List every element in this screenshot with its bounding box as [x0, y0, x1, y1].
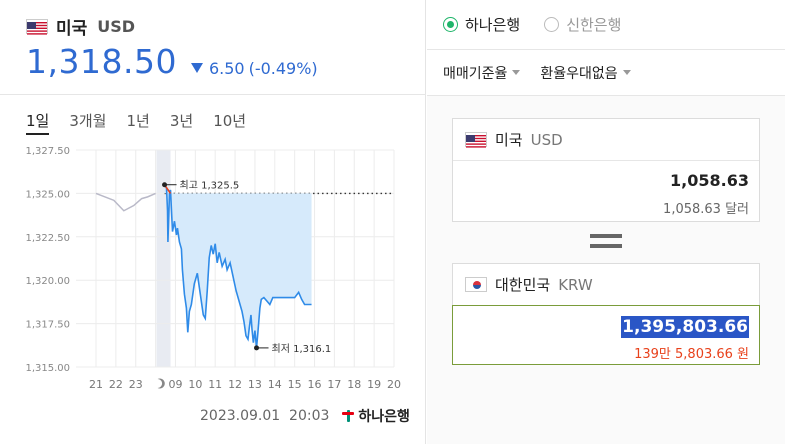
bank-radio-hana[interactable]: 하나은행 — [443, 14, 520, 35]
moon-icon — [157, 378, 165, 389]
period-tab[interactable]: 3개월 — [69, 110, 106, 135]
rate-chart: 1,327.50 1,325.00 1,322.50 1,320.00 1,317.50… — [0, 140, 426, 395]
x-tick-label: 16 — [308, 378, 322, 391]
discount-label: 환율우대없음 — [540, 65, 618, 82]
bank-selector: 하나은행 신한은행 — [427, 0, 785, 50]
us-flag-icon — [26, 19, 48, 35]
x-tick-label: 21 — [89, 378, 103, 391]
x-tick-label: 14 — [268, 378, 282, 391]
series-line-overnight — [95, 192, 156, 212]
chevron-down-icon — [512, 70, 521, 75]
chevron-down-icon — [622, 70, 631, 75]
period-tab[interactable]: 1일 — [26, 110, 50, 135]
bank-logo-text: 하나은행 — [358, 409, 410, 425]
change-amount: 6.50 — [208, 58, 245, 78]
x-tick-label: 09 — [168, 378, 182, 391]
y-tick-label: 1,322.50 — [25, 233, 70, 244]
change-percent: (-0.49%) — [248, 58, 318, 78]
x-tick-label: 17 — [327, 378, 341, 391]
converter-panel: 하나은행 신한은행 매매기준율 환율우대없음 미국 USD 1,058.63 1… — [427, 0, 785, 444]
from-amount: 1,058.63 — [670, 171, 749, 190]
discount-dropdown[interactable]: 환율우대없음 — [540, 63, 631, 83]
rate-chart-panel: 미국 USD 1,318.50 6.50 (-0.49%) 1일 3개월 1년 3년 1… — [0, 0, 426, 444]
currency-code: USD — [97, 17, 136, 36]
x-tick-label: 22 — [109, 378, 123, 391]
rate-type-label: 매매기준율 — [443, 65, 508, 82]
to-currency-name: 대한민국 — [495, 276, 551, 294]
from-currency-selector[interactable]: 미국 USD — [453, 119, 759, 161]
y-tick-label: 1,327.50 — [25, 146, 70, 157]
to-amount-text: 139만 5,803.66 원 — [634, 347, 749, 362]
period-tab[interactable]: 3년 — [170, 110, 193, 135]
period-tabs: 1일 3개월 1년 3년 10년 — [26, 110, 246, 135]
chart-svg: 1,327.50 1,325.00 1,322.50 1,320.00 1,317.50… — [25, 146, 401, 391]
hana-logo-icon — [341, 409, 355, 423]
from-currency-box: 미국 USD 1,058.63 1,058.63 달러 — [452, 118, 760, 222]
currency-name: 미국 — [56, 19, 88, 39]
rate-options: 매매기준율 환율우대없음 — [427, 50, 785, 96]
y-tick-label: 1,320.00 — [25, 276, 70, 287]
currency-header: 미국 USD — [26, 14, 135, 39]
high-label: 최고 1,325.5 — [180, 180, 240, 192]
x-tick-label: 15 — [288, 378, 302, 391]
price-change: 6.50 (-0.49%) — [190, 58, 318, 78]
low-label: 최저 1,316.1 — [272, 343, 332, 355]
y-tick-label: 1,315.00 — [25, 363, 70, 374]
from-amount-text: 1,058.63 달러 — [663, 202, 749, 217]
to-currency-selector[interactable]: 대한민국 KRW — [453, 264, 759, 306]
radio-selected-icon — [443, 17, 458, 32]
to-currency-box: 대한민국 KRW 1,395,803.66 139만 5,803.66 원 — [452, 263, 760, 365]
kr-flag-icon — [465, 277, 487, 292]
bank-radio-shinhan[interactable]: 신한은행 — [544, 14, 621, 35]
x-tick-label: 13 — [248, 378, 262, 391]
x-tick-label: 20 — [387, 378, 401, 391]
y-tick-label: 1,325.00 — [25, 189, 70, 200]
equals-icon — [590, 234, 622, 250]
bank-label: 하나은행 — [465, 16, 521, 34]
radio-unselected-icon — [544, 17, 560, 32]
from-currency-name: 미국 — [495, 131, 523, 149]
current-price: 1,318.50 — [26, 42, 177, 81]
x-tick-label: 23 — [129, 378, 143, 391]
to-amount-input[interactable]: 1,395,803.66 139만 5,803.66 원 — [452, 305, 760, 365]
chart-footer: 2023.09.01 20:03 하나은행 — [200, 406, 410, 426]
exchange-rate-widget: 미국 USD 1,318.50 6.50 (-0.49%) 1일 3개월 1년 3년 1… — [0, 0, 785, 444]
bank-logo: 하나은행 — [341, 406, 410, 426]
rate-type-dropdown[interactable]: 매매기준율 — [443, 63, 521, 83]
y-tick-label: 1,317.50 — [25, 320, 70, 331]
period-tab[interactable]: 1년 — [127, 110, 150, 135]
divider — [0, 94, 426, 95]
from-currency-code: USD — [530, 130, 563, 149]
timestamp: 2023.09.01 20:03 — [200, 408, 330, 424]
x-tick-label: 10 — [188, 378, 202, 391]
us-flag-icon — [465, 132, 487, 148]
period-tab[interactable]: 10년 — [213, 110, 246, 135]
x-tick-label: 12 — [228, 378, 242, 391]
x-tick-label: 19 — [367, 378, 381, 391]
x-tick-label: 11 — [208, 378, 222, 391]
to-currency-code: KRW — [558, 275, 593, 294]
from-amount-input[interactable]: 1,058.63 1,058.63 달러 — [453, 161, 759, 221]
price-row: 1,318.50 6.50 (-0.49%) — [26, 42, 318, 81]
down-arrow-icon — [190, 63, 203, 73]
x-tick-label: 18 — [347, 378, 361, 391]
to-amount: 1,395,803.66 — [621, 316, 749, 338]
bank-label: 신한은행 — [566, 16, 622, 34]
